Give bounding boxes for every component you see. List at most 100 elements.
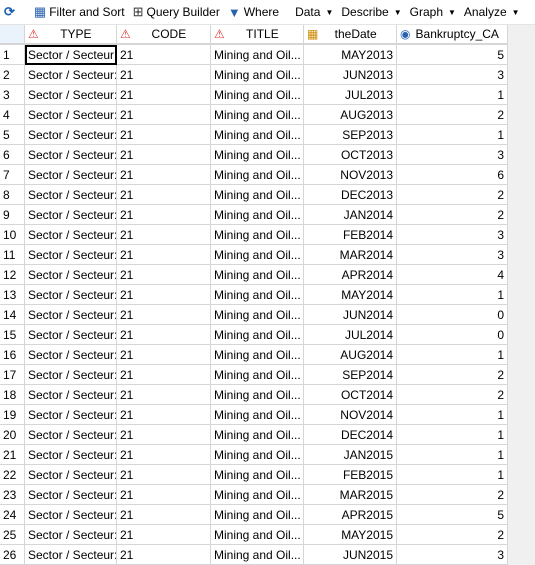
cell-type[interactable]: Sector / Secteur: — [25, 245, 117, 265]
cell-thedate[interactable]: JUN2013 — [304, 65, 397, 85]
cell-type[interactable]: Sector / Secteur: — [25, 325, 117, 345]
cell-type[interactable]: Sector / Secteur: — [25, 525, 117, 545]
cell-title[interactable]: Mining and Oil... — [211, 65, 304, 85]
cell-bankruptcy[interactable]: 3 — [397, 245, 508, 265]
cell-title[interactable]: Mining and Oil... — [211, 125, 304, 145]
cell-type[interactable]: Sector / Secteur: — [25, 165, 117, 185]
cell-type[interactable]: Sector / Secteur: — [25, 185, 117, 205]
cell-code[interactable]: 21 — [117, 225, 211, 245]
cell-thedate[interactable]: MAY2013 — [304, 45, 397, 65]
cell-title[interactable]: Mining and Oil... — [211, 445, 304, 465]
cell-title[interactable]: Mining and Oil... — [211, 265, 304, 285]
cell-type[interactable]: Sector / Secteur: — [25, 145, 117, 165]
cell-bankruptcy[interactable]: 2 — [397, 185, 508, 205]
row-number[interactable]: 1 — [0, 45, 25, 65]
cell-title[interactable]: Mining and Oil... — [211, 365, 304, 385]
row-number[interactable]: 14 — [0, 305, 25, 325]
column-header-title[interactable]: ⚠ TITLE — [211, 25, 304, 44]
row-number[interactable]: 16 — [0, 345, 25, 365]
cell-thedate[interactable]: DEC2013 — [304, 185, 397, 205]
where-button[interactable]: ▼ Where — [228, 5, 279, 20]
cell-code[interactable]: 21 — [117, 545, 211, 565]
cell-bankruptcy[interactable]: 4 — [397, 265, 508, 285]
row-number[interactable]: 19 — [0, 405, 25, 425]
cell-bankruptcy[interactable]: 3 — [397, 225, 508, 245]
cell-code[interactable]: 21 — [117, 45, 211, 65]
row-number[interactable]: 4 — [0, 105, 25, 125]
cell-code[interactable]: 21 — [117, 505, 211, 525]
cell-thedate[interactable]: JAN2015 — [304, 445, 397, 465]
cell-code[interactable]: 21 — [117, 365, 211, 385]
cell-bankruptcy[interactable]: 3 — [397, 65, 508, 85]
cell-type[interactable]: Sector / Secteur: — [25, 505, 117, 525]
cell-bankruptcy[interactable]: 1 — [397, 285, 508, 305]
cell-thedate[interactable]: OCT2014 — [304, 385, 397, 405]
query-builder-button[interactable]: ⊞ Query Builder — [133, 4, 220, 20]
row-number[interactable]: 21 — [0, 445, 25, 465]
analyze-menu[interactable]: Analyze ▼ — [464, 5, 520, 19]
cell-title[interactable]: Mining and Oil... — [211, 545, 304, 565]
row-number[interactable]: 24 — [0, 505, 25, 525]
cell-bankruptcy[interactable]: 3 — [397, 145, 508, 165]
cell-thedate[interactable]: JAN2014 — [304, 205, 397, 225]
cell-bankruptcy[interactable]: 2 — [397, 385, 508, 405]
cell-thedate[interactable]: MAR2015 — [304, 485, 397, 505]
filter-sort-button[interactable]: ▦ Filter and Sort — [34, 4, 125, 20]
cell-thedate[interactable]: DEC2014 — [304, 425, 397, 445]
cell-thedate[interactable]: FEB2015 — [304, 465, 397, 485]
cell-title[interactable]: Mining and Oil... — [211, 245, 304, 265]
cell-type[interactable]: Sector / Secteur: — [25, 205, 117, 225]
cell-code[interactable]: 21 — [117, 485, 211, 505]
cell-title[interactable]: Mining and Oil... — [211, 345, 304, 365]
cell-type[interactable]: Sector / Secteur: — [25, 285, 117, 305]
cell-title[interactable]: Mining and Oil... — [211, 185, 304, 205]
cell-type[interactable]: Sector / Secteur: — [25, 105, 117, 125]
row-number[interactable]: 5 — [0, 125, 25, 145]
cell-bankruptcy[interactable]: 1 — [397, 465, 508, 485]
cell-bankruptcy[interactable]: 2 — [397, 365, 508, 385]
cell-title[interactable]: Mining and Oil... — [211, 45, 304, 65]
cell-code[interactable]: 21 — [117, 525, 211, 545]
cell-code[interactable]: 21 — [117, 125, 211, 145]
row-number[interactable]: 3 — [0, 85, 25, 105]
column-header-bankruptcy[interactable]: ◉ Bankruptcy_CA — [397, 25, 508, 44]
row-number[interactable]: 26 — [0, 545, 25, 565]
data-menu[interactable]: Data ▼ — [295, 5, 333, 19]
cell-type[interactable]: Sector / Secteur: — [25, 45, 117, 65]
cell-title[interactable]: Mining and Oil... — [211, 285, 304, 305]
cell-thedate[interactable]: NOV2014 — [304, 405, 397, 425]
row-number[interactable]: 8 — [0, 185, 25, 205]
cell-thedate[interactable]: JUN2014 — [304, 305, 397, 325]
cell-type[interactable]: Sector / Secteur: — [25, 445, 117, 465]
cell-thedate[interactable]: MAR2014 — [304, 245, 397, 265]
cell-code[interactable]: 21 — [117, 105, 211, 125]
cell-bankruptcy[interactable]: 2 — [397, 205, 508, 225]
cell-title[interactable]: Mining and Oil... — [211, 305, 304, 325]
cell-thedate[interactable]: JUN2015 — [304, 545, 397, 565]
cell-thedate[interactable]: FEB2014 — [304, 225, 397, 245]
cell-bankruptcy[interactable]: 5 — [397, 505, 508, 525]
cell-title[interactable]: Mining and Oil... — [211, 165, 304, 185]
row-number[interactable]: 15 — [0, 325, 25, 345]
cell-title[interactable]: Mining and Oil... — [211, 325, 304, 345]
cell-type[interactable]: Sector / Secteur: — [25, 485, 117, 505]
cell-code[interactable]: 21 — [117, 325, 211, 345]
cell-thedate[interactable]: JUL2013 — [304, 85, 397, 105]
cell-type[interactable]: Sector / Secteur: — [25, 125, 117, 145]
row-number[interactable]: 9 — [0, 205, 25, 225]
cell-type[interactable]: Sector / Secteur: — [25, 225, 117, 245]
cell-thedate[interactable]: SEP2014 — [304, 365, 397, 385]
cell-code[interactable]: 21 — [117, 305, 211, 325]
cell-code[interactable]: 21 — [117, 145, 211, 165]
row-number[interactable]: 18 — [0, 385, 25, 405]
cell-title[interactable]: Mining and Oil... — [211, 205, 304, 225]
cell-type[interactable]: Sector / Secteur: — [25, 385, 117, 405]
column-header-thedate[interactable]: ▦ theDate — [304, 25, 397, 44]
cell-title[interactable]: Mining and Oil... — [211, 405, 304, 425]
cell-type[interactable]: Sector / Secteur: — [25, 65, 117, 85]
cell-bankruptcy[interactable]: 1 — [397, 445, 508, 465]
refresh-button[interactable]: ⟳ — [4, 4, 18, 20]
cell-code[interactable]: 21 — [117, 245, 211, 265]
cell-bankruptcy[interactable]: 1 — [397, 345, 508, 365]
row-number[interactable]: 23 — [0, 485, 25, 505]
